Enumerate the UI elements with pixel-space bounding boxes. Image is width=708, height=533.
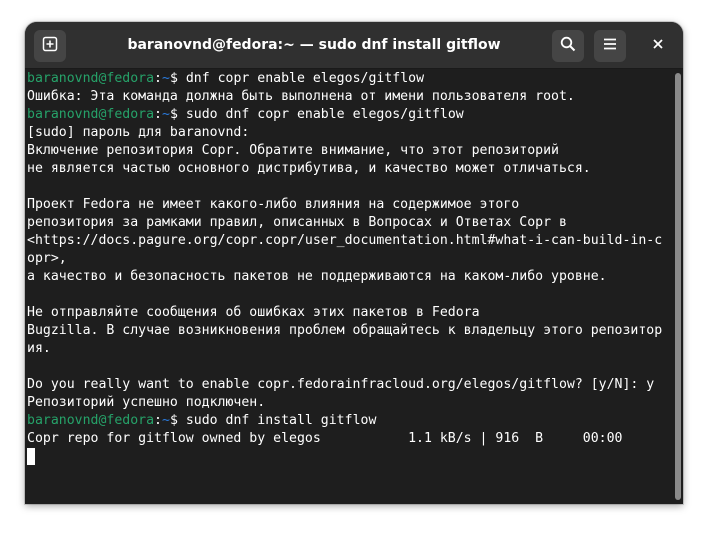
output-line: Репозиторий успешно подключен. — [27, 395, 266, 410]
search-button[interactable] — [552, 30, 584, 62]
output-line: Не отправляйте сообщения об ошибках этих… — [27, 305, 480, 320]
output-line: Включение репозитория Copr. Обратите вни… — [27, 143, 559, 158]
search-icon — [560, 36, 576, 57]
text-cursor — [27, 448, 35, 465]
menu-button[interactable] — [594, 30, 626, 62]
close-icon — [652, 37, 664, 55]
prompt-path: ~ — [162, 413, 170, 428]
output-line: opr>, — [27, 251, 67, 266]
close-button[interactable] — [642, 30, 674, 62]
output-line: а качество и безопасность пакетов не под… — [27, 269, 607, 284]
output-line: Bugzilla. В случае возникновения проблем… — [27, 323, 663, 338]
new-tab-button[interactable] — [34, 30, 66, 62]
output-line: не является частью основного дистрибутив… — [27, 161, 591, 176]
prompt-separator: : — [154, 71, 162, 86]
prompt-user: baranovnd@fedora — [27, 413, 155, 428]
prompt-path: ~ — [162, 71, 170, 86]
terminal-window: baranovnd@fedora:~ — sudo dnf install gi… — [25, 22, 683, 504]
prompt-path: ~ — [162, 107, 170, 122]
prompt-line: baranovnd@fedora:~$ sudo dnf copr enable… — [27, 106, 673, 124]
hamburger-menu-icon — [602, 36, 618, 57]
output-line: репозитория за рамками правил, описанных… — [27, 215, 567, 230]
prompt-separator: : — [154, 107, 162, 122]
output-line: Do you really want to enable copr.fedora… — [27, 377, 655, 392]
output-line: Copr repo for gitflow owned by elegos 1.… — [27, 431, 623, 446]
header-bar: baranovnd@fedora:~ — sudo dnf install gi… — [25, 22, 683, 69]
output-line: Ошибка: Эта команда должна быть выполнен… — [27, 89, 575, 104]
output-line: <https://docs.pagure.org/copr.copr/user_… — [27, 233, 663, 248]
prompt-separator: : — [154, 413, 162, 428]
prompt-line: baranovnd@fedora:~$ sudo dnf install git… — [27, 412, 673, 430]
prompt-user: baranovnd@fedora — [27, 107, 155, 122]
output-line: ия. — [27, 341, 51, 356]
prompt-command: $ sudo dnf install gitflow — [169, 413, 377, 428]
prompt-line: baranovnd@fedora:~$ dnf copr enable eleg… — [27, 70, 673, 88]
output-line: [sudo] пароль для baranovnd: — [27, 125, 250, 140]
prompt-user: baranovnd@fedora — [27, 71, 155, 86]
terminal-scrollbar[interactable] — [673, 69, 683, 504]
prompt-command: $ dnf copr enable elegos/gitflow — [169, 71, 425, 86]
window-title: baranovnd@fedora:~ — sudo dnf install gi… — [127, 37, 501, 53]
new-tab-icon — [42, 36, 58, 57]
terminal-output[interactable]: baranovnd@fedora:~$ dnf copr enable eleg… — [25, 69, 673, 504]
output-line: Проект Fedora не имеет какого-либо влиян… — [27, 197, 520, 212]
cursor-line — [27, 448, 673, 466]
prompt-command: $ sudo dnf copr enable elegos/gitflow — [169, 107, 464, 122]
scrollbar-thumb[interactable] — [675, 73, 681, 500]
